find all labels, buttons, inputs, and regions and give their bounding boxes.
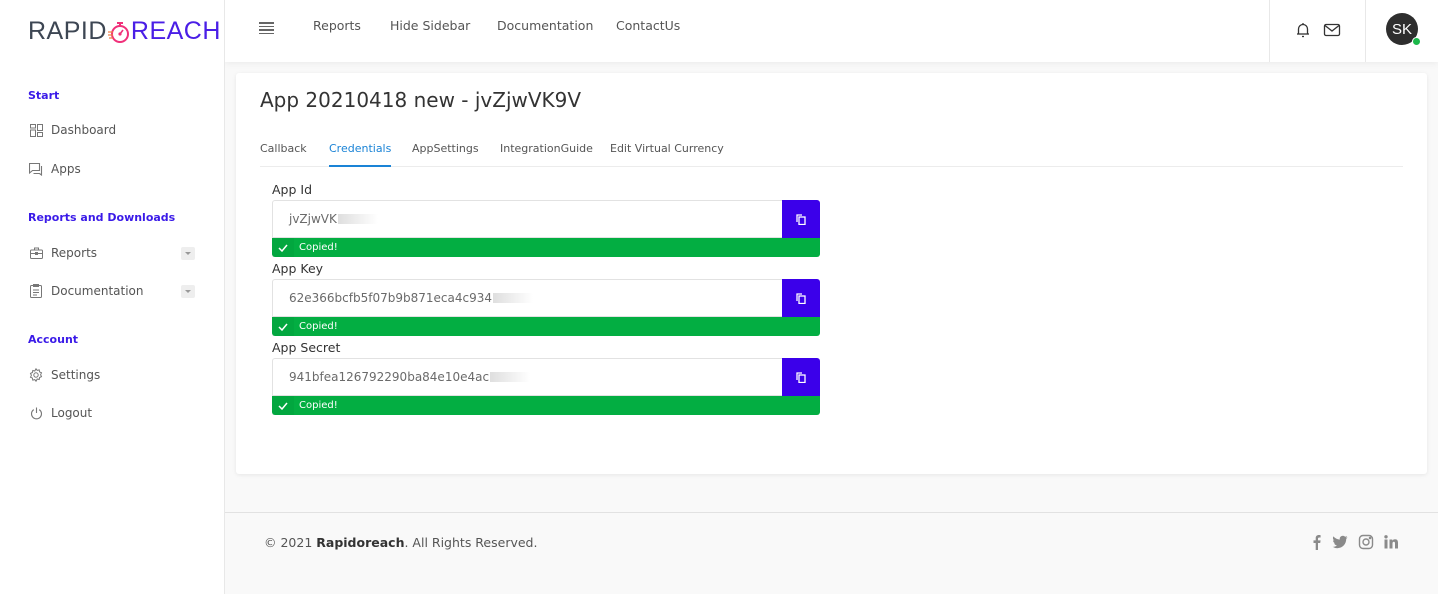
logo-text-rapid: RAPID <box>28 16 107 45</box>
briefcase-icon <box>29 246 43 260</box>
copied-toast: Copied! <box>272 317 820 336</box>
copy-app-secret-button[interactable] <box>782 358 820 396</box>
sidebar-item-label: Reports <box>51 246 98 260</box>
copy-icon <box>796 371 806 383</box>
section-start: Start <box>28 89 60 102</box>
copied-toast: Copied! <box>272 396 820 415</box>
copy-app-key-button[interactable] <box>782 279 820 317</box>
tab-callback[interactable]: Callback <box>260 142 307 167</box>
page-title: App 20210418 new - jvZjwVK9V <box>260 88 582 112</box>
nav-link-reports[interactable]: Reports <box>313 18 361 33</box>
user-avatar[interactable]: SK <box>1386 13 1421 46</box>
sidebar-item-reports[interactable]: Reports <box>0 243 225 263</box>
divider <box>1365 0 1366 62</box>
copied-toast: Copied! <box>272 238 820 257</box>
instagram-icon[interactable] <box>1358 534 1374 550</box>
stopwatch-icon <box>107 20 130 43</box>
app-secret-value: 941bfea126792290ba84e10e4ac <box>289 370 490 384</box>
brand-logo[interactable]: RAPID REACH <box>0 0 224 62</box>
top-navbar: Reports Hide Sidebar Documentation Conta… <box>225 0 1438 62</box>
copied-text: Copied! <box>299 400 338 411</box>
divider <box>1269 0 1270 62</box>
chevron-down-icon[interactable] <box>181 246 195 260</box>
nav-link-hide-sidebar[interactable]: Hide Sidebar <box>390 18 470 33</box>
masked-text <box>490 372 531 382</box>
sidebar-item-label: Settings <box>51 368 101 382</box>
app-id-field[interactable]: jvZjwVK <box>272 200 782 238</box>
mail-icon[interactable] <box>1323 21 1341 39</box>
section-reports-downloads: Reports and Downloads <box>28 211 176 224</box>
footer-divider <box>225 512 1438 513</box>
app-secret-label: App Secret <box>272 340 341 355</box>
sidebar-item-apps[interactable]: Apps <box>0 159 81 179</box>
nav-link-documentation[interactable]: Documentation <box>497 18 593 33</box>
tab-app-settings[interactable]: AppSettings <box>412 142 479 167</box>
sidebar-item-dashboard[interactable]: Dashboard <box>0 120 116 140</box>
check-icon <box>272 396 294 415</box>
copy-app-id-button[interactable] <box>782 200 820 238</box>
app-tabs: Callback Credentials AppSettings Integra… <box>260 135 1403 167</box>
twitter-icon[interactable] <box>1332 534 1348 550</box>
gear-icon <box>29 368 43 382</box>
sidebar-item-settings[interactable]: Settings <box>0 365 100 385</box>
sidebar-item-label: Dashboard <box>51 123 117 137</box>
app-secret-field[interactable]: 941bfea126792290ba84e10e4ac <box>272 358 782 396</box>
clipboard-icon <box>29 284 43 298</box>
app-key-value: 62e366bcfb5f07b9b871eca4c934 <box>289 291 492 305</box>
facebook-icon[interactable] <box>1309 534 1325 550</box>
chevron-down-icon[interactable] <box>181 284 195 298</box>
sidebar-item-label: Documentation <box>51 284 144 298</box>
apps-icon <box>29 162 43 176</box>
copyright-text: © 2021 Rapidoreach. All Rights Reserved. <box>264 535 537 550</box>
power-icon <box>29 406 43 420</box>
copy-icon <box>796 292 806 304</box>
section-account: Account <box>28 333 79 346</box>
sidebar-item-logout[interactable]: Logout <box>0 403 92 423</box>
copyright-suffix: . All Rights Reserved. <box>404 535 538 550</box>
masked-text <box>493 293 533 303</box>
tab-integration-guide[interactable]: IntegrationGuide <box>500 142 593 167</box>
copyright-brand: Rapidoreach <box>316 535 405 550</box>
sidebar-item-label: Logout <box>51 406 93 420</box>
app-id-label: App Id <box>272 182 313 197</box>
tab-credentials[interactable]: Credentials <box>329 142 392 167</box>
copyright-prefix: © 2021 <box>264 535 317 550</box>
sidebar-item-documentation[interactable]: Documentation <box>0 281 225 301</box>
dashboard-icon <box>29 123 43 137</box>
bell-icon[interactable] <box>1294 21 1312 39</box>
check-icon <box>272 317 294 336</box>
logo-text-reach: REACH <box>130 16 221 45</box>
app-id-value: jvZjwVK <box>289 212 337 226</box>
copied-text: Copied! <box>299 242 338 253</box>
sidebar-item-label: Apps <box>51 162 81 176</box>
check-icon <box>272 238 294 257</box>
credentials-card: App 20210418 new - jvZjwVK9V Callback Cr… <box>236 73 1427 474</box>
app-key-label: App Key <box>272 261 324 276</box>
copied-text: Copied! <box>299 321 338 332</box>
linkedin-icon[interactable] <box>1383 534 1399 550</box>
masked-text <box>337 214 378 224</box>
nav-link-contact-us[interactable]: ContactUs <box>616 18 680 33</box>
menu-toggle-icon[interactable] <box>259 22 274 35</box>
sidebar: RAPID REACH Start Dashboard Apps Reports… <box>0 0 225 594</box>
tab-edit-virtual-currency[interactable]: Edit Virtual Currency <box>610 142 724 167</box>
app-key-field[interactable]: 62e366bcfb5f07b9b871eca4c934 <box>272 279 782 317</box>
avatar-initials: SK <box>1391 20 1412 38</box>
online-status-dot <box>1412 37 1421 46</box>
copy-icon <box>796 213 806 225</box>
